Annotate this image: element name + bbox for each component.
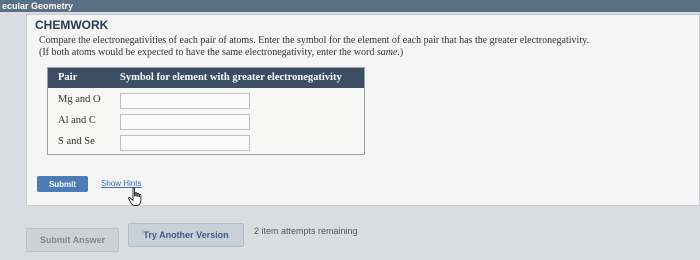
- panel-title: CHEMWORK: [35, 18, 109, 32]
- column-header-pair: Pair: [58, 72, 78, 83]
- question-panel: CHEMWORK Compare the electronegativities…: [26, 14, 700, 206]
- electronegativity-table: Pair Symbol for element with greater ele…: [47, 67, 365, 155]
- symbol-input-s-se[interactable]: [120, 135, 250, 151]
- symbol-input-mg-o[interactable]: [120, 93, 250, 109]
- submit-button[interactable]: Submit: [37, 176, 88, 192]
- pair-label: Mg and O: [58, 94, 101, 105]
- table-header: Pair Symbol for element with greater ele…: [48, 68, 364, 88]
- instructions-line-2-suffix: ): [399, 47, 404, 58]
- instructions-line-2-prefix: (If both atoms would be expected to have…: [39, 47, 377, 58]
- pair-label: S and Se: [58, 136, 95, 147]
- table-row: Al and C: [48, 111, 364, 133]
- instructions-line-2: (If both atoms would be expected to have…: [39, 47, 689, 59]
- instructions: Compare the electronegativities of each …: [39, 35, 689, 59]
- try-another-version-button[interactable]: Try Another Version: [128, 223, 244, 247]
- hand-pointer-icon: [128, 187, 142, 206]
- section-title: ecular Geometry: [2, 1, 74, 11]
- table-row: S and Se: [48, 132, 364, 154]
- attempts-remaining: 2 item attempts remaining: [254, 226, 358, 236]
- symbol-input-al-c[interactable]: [120, 114, 250, 130]
- submit-answer-button[interactable]: Submit Answer: [26, 228, 119, 252]
- table-row: Mg and O: [48, 90, 364, 112]
- instructions-keyword: same.: [376, 47, 400, 58]
- section-title-bar: ecular Geometry: [0, 0, 700, 12]
- column-header-symbol: Symbol for element with greater electron…: [120, 72, 342, 83]
- instructions-line-1: Compare the electronegativities of each …: [39, 35, 589, 46]
- pair-label: Al and C: [58, 115, 96, 126]
